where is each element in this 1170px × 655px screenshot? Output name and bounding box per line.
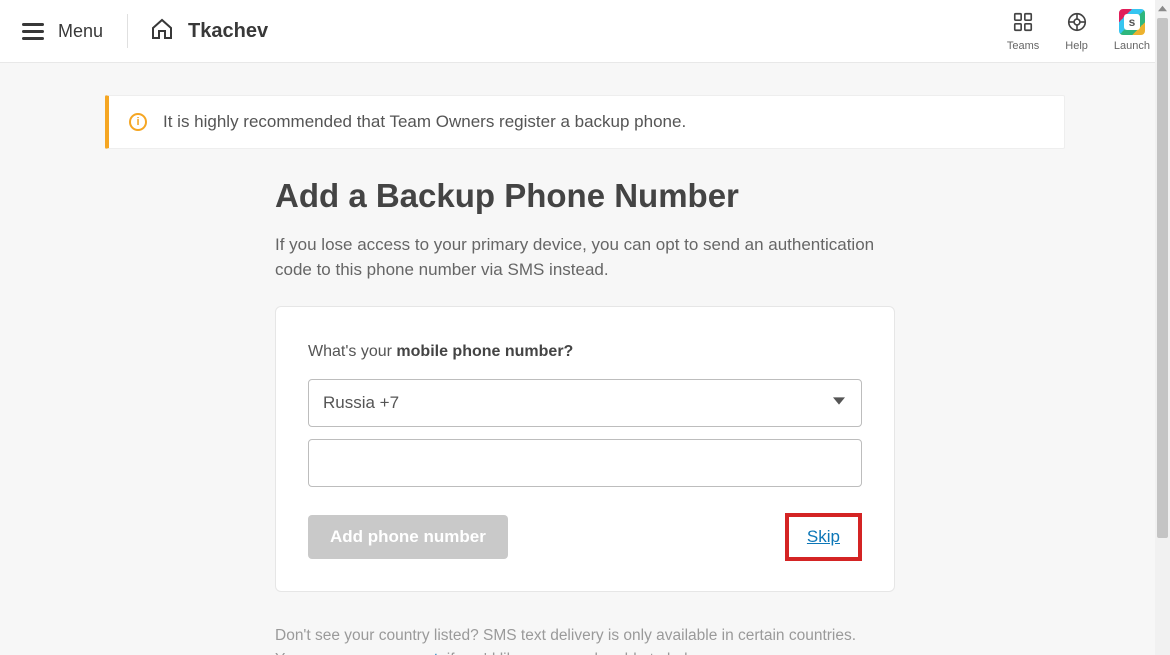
launch-icon: s <box>1119 10 1145 34</box>
hamburger-icon <box>22 19 44 44</box>
info-alert: i It is highly recommended that Team Own… <box>105 95 1065 149</box>
skip-highlight: Skip <box>785 513 862 561</box>
page-body: i It is highly recommended that Team Own… <box>0 63 1170 655</box>
country-select[interactable]: Russia +7 <box>308 379 862 427</box>
help-button[interactable]: Help <box>1065 10 1088 52</box>
help-icon <box>1066 10 1088 34</box>
skip-link[interactable]: Skip <box>807 527 840 546</box>
team-name: Tkachev <box>188 20 268 43</box>
footer-note: Don't see your country listed? SMS text … <box>275 624 895 655</box>
add-phone-button[interactable]: Add phone number <box>308 515 508 559</box>
grid-icon <box>1012 10 1034 34</box>
menu-label: Menu <box>58 21 103 42</box>
open-request-link[interactable]: open a request <box>335 651 438 655</box>
info-icon: i <box>129 113 147 131</box>
vertical-scrollbar[interactable] <box>1155 0 1170 655</box>
page-description: If you lose access to your primary devic… <box>275 233 895 282</box>
launch-button[interactable]: s Launch <box>1114 10 1150 52</box>
topbar-actions: Teams Help s Launch <box>1007 10 1150 52</box>
form-card: What's your mobile phone number? Russia … <box>275 306 895 592</box>
teams-button[interactable]: Teams <box>1007 10 1039 52</box>
topbar: Menu Tkachev Teams Help s Launch <box>0 0 1170 63</box>
phone-input[interactable] <box>308 439 862 487</box>
caret-down-icon <box>833 394 845 412</box>
main-column: Add a Backup Phone Number If you lose ac… <box>275 177 895 655</box>
country-select-value: Russia +7 <box>323 393 399 413</box>
form-actions: Add phone number Skip <box>308 513 862 561</box>
alert-text: It is highly recommended that Team Owner… <box>163 112 686 132</box>
teams-label: Teams <box>1007 40 1039 52</box>
home-icon <box>150 17 174 46</box>
menu-button[interactable]: Menu <box>22 19 103 44</box>
divider <box>127 14 128 48</box>
home-button[interactable]: Tkachev <box>150 17 268 46</box>
field-label: What's your mobile phone number? <box>308 343 862 361</box>
help-label: Help <box>1065 40 1088 52</box>
launch-label: Launch <box>1114 40 1150 52</box>
scroll-thumb[interactable] <box>1157 18 1168 538</box>
scroll-up-icon <box>1155 0 1170 16</box>
page-title: Add a Backup Phone Number <box>275 177 895 215</box>
